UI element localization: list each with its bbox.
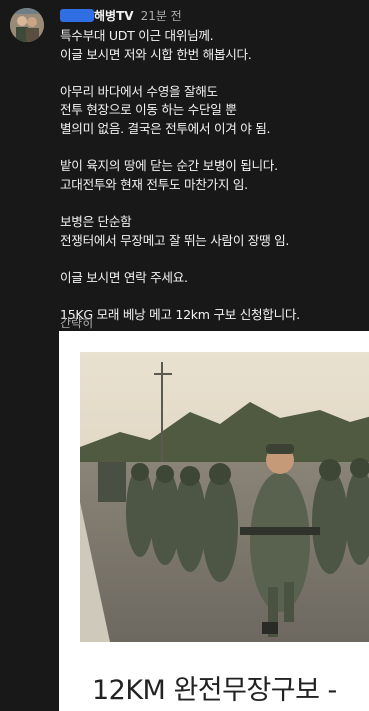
image-caption: 12KM 완전무장구보 - — [92, 675, 337, 706]
comment-header: 해병TV 21분 전 — [60, 6, 182, 24]
comment-line: 15KG 모래 베낭 메고 12km 구보 신청합니다. — [60, 306, 300, 322]
comment-body: 특수부대 UDT 이근 대위님께. 이글 보시면 저와 시합 한번 해봅시다. … — [60, 27, 365, 325]
comment-time[interactable]: 21분 전 — [141, 7, 182, 24]
photo-image — [80, 352, 369, 642]
avatar-image — [10, 8, 44, 42]
comment-line: 특수부대 UDT 이근 대위님께. — [60, 28, 214, 43]
marching-soldiers-photo — [80, 352, 369, 642]
comment-line: 별의미 없음. 결국은 전투에서 이겨 야 됨. — [60, 120, 271, 136]
author-name[interactable]: 해병TV — [94, 7, 134, 24]
comment-line: 이글 보시면 연락 주세요. — [60, 269, 188, 285]
comment-line: 보병은 단순함 — [60, 213, 132, 229]
comment-line: 전쟁터에서 무장메고 잘 뛰는 사람이 장땡 임. — [60, 232, 290, 248]
comment-line: 아무리 바다에서 수영을 잘해도 — [60, 83, 218, 99]
comment-line: 전투 현장으로 이동 하는 수단일 뿐 — [60, 102, 237, 118]
show-less-button[interactable]: 간략히 — [60, 314, 93, 331]
redacted-name — [60, 8, 94, 22]
avatar[interactable] — [10, 8, 44, 42]
comment: 해병TV 21분 전 특수부대 UDT 이근 대위님께. 이글 보시면 저와 시… — [0, 0, 369, 711]
comment-line: 이글 보시면 저와 시합 한번 해봅시다. — [60, 46, 252, 62]
comment-line: 밭이 육지의 땅에 닫는 순간 보병이 됩니다. — [60, 158, 278, 174]
comment-line: 고대전투와 현재 전투도 마찬가지 임. — [60, 176, 248, 192]
attached-image-card[interactable]: 12KM 완전무장구보 - — [59, 331, 369, 711]
